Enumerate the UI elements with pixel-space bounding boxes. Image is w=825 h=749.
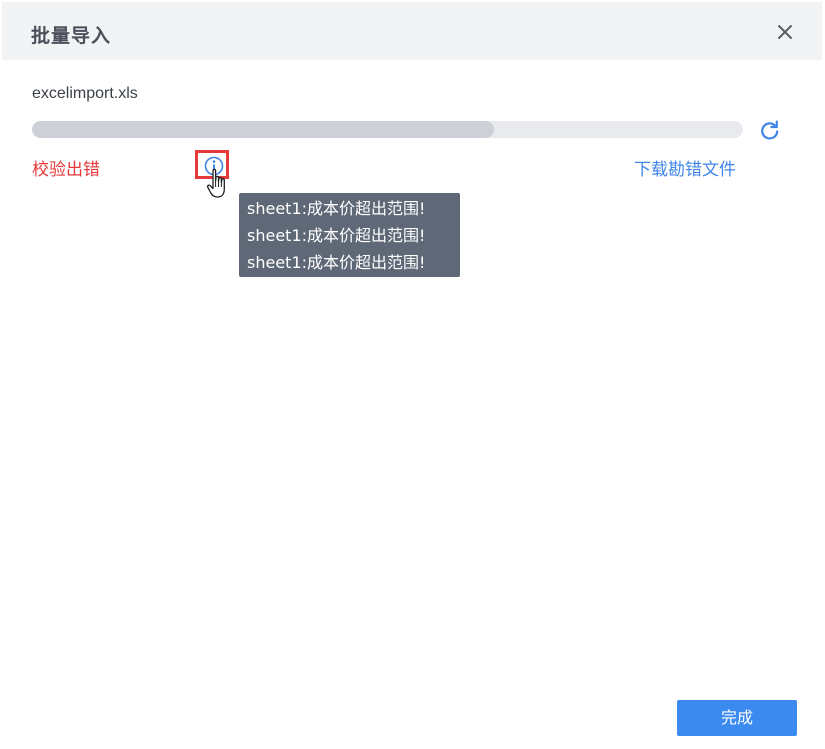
- validation-error-status: 校验出错: [32, 160, 100, 180]
- close-icon[interactable]: [774, 21, 796, 43]
- tooltip-line: sheet1:成本价超出范围!: [247, 199, 426, 218]
- dialog-title: 批量导入: [31, 25, 112, 47]
- tooltip-line: sheet1:成本价超出范围!: [247, 253, 426, 272]
- hand-pointer-cursor-icon: [206, 167, 232, 201]
- done-button[interactable]: 完成: [677, 700, 797, 736]
- tooltip-line: sheet1:成本价超出范围!: [247, 226, 426, 245]
- error-tooltip: sheet1:成本价超出范围! sheet1:成本价超出范围! sheet1:成…: [239, 193, 460, 277]
- upload-progress-bar: [32, 121, 743, 138]
- dialog-header: 批量导入: [2, 2, 822, 60]
- file-name: excelimport.xls: [32, 85, 138, 102]
- refresh-icon[interactable]: [758, 119, 782, 143]
- upload-progress-fill: [32, 121, 495, 138]
- batch-import-dialog: 批量导入 excelimport.xls 校验出错 下载勘错文件 sheet1:…: [0, 0, 825, 749]
- download-error-file-link[interactable]: 下载勘错文件: [634, 155, 736, 180]
